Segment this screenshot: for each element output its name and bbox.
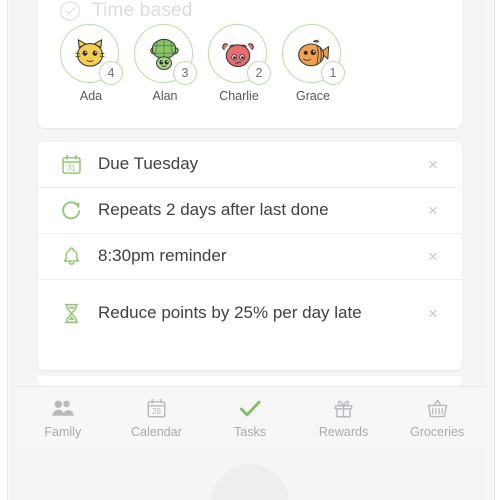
row-label: Reduce points by 25% per day late bbox=[98, 302, 362, 322]
member-charlie[interactable]: 2 Charlie bbox=[208, 24, 271, 103]
member-name: Ada bbox=[79, 89, 103, 103]
tab-label: Groceries bbox=[410, 425, 465, 439]
row-label: 8:30pm reminder bbox=[98, 246, 227, 266]
row-repeat[interactable]: Repeats 2 days after last done × bbox=[38, 188, 462, 234]
remove-button[interactable]: × bbox=[422, 246, 444, 268]
section-title: Time based bbox=[92, 0, 193, 21]
tab-rewards[interactable]: Rewards bbox=[297, 387, 391, 448]
hourglass-icon bbox=[58, 300, 84, 326]
repeat-icon bbox=[58, 198, 84, 224]
row-late-penalty[interactable]: Reduce points by 25% per day late × bbox=[38, 280, 462, 346]
member-points-badge: 3 bbox=[173, 61, 197, 85]
member-points-badge: 1 bbox=[321, 61, 345, 85]
member-points-badge: 4 bbox=[99, 61, 123, 85]
remove-button[interactable]: × bbox=[422, 200, 444, 222]
card-bottom-cap bbox=[38, 376, 462, 386]
device-bezel-left bbox=[0, 0, 8, 500]
avatar[interactable]: 2 bbox=[208, 24, 271, 85]
row-label: Repeats 2 days after last done bbox=[98, 200, 329, 220]
bell-icon bbox=[58, 244, 84, 270]
avatar[interactable]: 1 bbox=[282, 24, 345, 85]
basket-icon bbox=[426, 396, 449, 420]
avatar[interactable]: 4 bbox=[60, 24, 123, 85]
device-frame: Time based 4 Ada 3 Alan 2 Charlie 1 Grac… bbox=[0, 0, 500, 500]
tab-label: Rewards bbox=[318, 425, 369, 439]
member-name: Charlie bbox=[219, 89, 259, 103]
phone-screen: Time based 4 Ada 3 Alan 2 Charlie 1 Grac… bbox=[16, 0, 484, 500]
tab-tasks[interactable]: Tasks bbox=[203, 387, 297, 448]
remove-button[interactable]: × bbox=[422, 302, 444, 324]
calendar-day-text: 29 bbox=[152, 406, 161, 415]
calendar-icon: 29 bbox=[145, 396, 168, 420]
member-name: Alan bbox=[152, 89, 178, 103]
member-grace[interactable]: 1 Grace bbox=[282, 24, 345, 103]
tab-calendar[interactable]: 29 Calendar bbox=[110, 387, 204, 448]
row-label: Due Tuesday bbox=[98, 154, 199, 174]
check-circle-icon bbox=[59, 0, 81, 22]
remove-button[interactable]: × bbox=[422, 154, 444, 176]
member-name: Grace bbox=[295, 89, 331, 103]
family-icon bbox=[50, 396, 75, 420]
tab-label: Tasks bbox=[234, 425, 266, 439]
task-settings-card: 31 Due Tuesday × Repeats 2 days after la… bbox=[38, 142, 462, 370]
family-member-row: 4 Ada 3 Alan 2 Charlie 1 Grace bbox=[38, 18, 462, 103]
row-due-date[interactable]: 31 Due Tuesday × bbox=[38, 142, 462, 188]
calendar-day-text: 31 bbox=[67, 163, 76, 172]
tab-label: Calendar bbox=[131, 425, 182, 439]
row-reminder[interactable]: 8:30pm reminder × bbox=[38, 234, 462, 280]
member-ada[interactable]: 4 Ada bbox=[60, 24, 123, 103]
time-based-card: Time based 4 Ada 3 Alan 2 Charlie 1 Grac… bbox=[38, 0, 462, 128]
device-bezel-right bbox=[494, 0, 500, 500]
member-points-badge: 2 bbox=[247, 61, 271, 85]
gift-icon bbox=[332, 396, 355, 420]
member-alan[interactable]: 3 Alan bbox=[134, 24, 197, 103]
calendar-icon: 31 bbox=[58, 152, 84, 178]
home-button[interactable] bbox=[211, 464, 289, 500]
bottom-tab-bar: Family 29 Calendar Tasks Rewards Groceri… bbox=[16, 386, 484, 448]
tab-label: Family bbox=[44, 425, 82, 439]
check-icon bbox=[237, 396, 263, 420]
device-bezel-right-inner bbox=[485, 0, 493, 500]
section-header: Time based bbox=[38, 0, 462, 22]
avatar[interactable]: 3 bbox=[134, 24, 197, 85]
device-bezel-left-inner bbox=[9, 0, 16, 500]
tab-family[interactable]: Family bbox=[16, 387, 110, 448]
tab-groceries[interactable]: Groceries bbox=[390, 387, 484, 448]
